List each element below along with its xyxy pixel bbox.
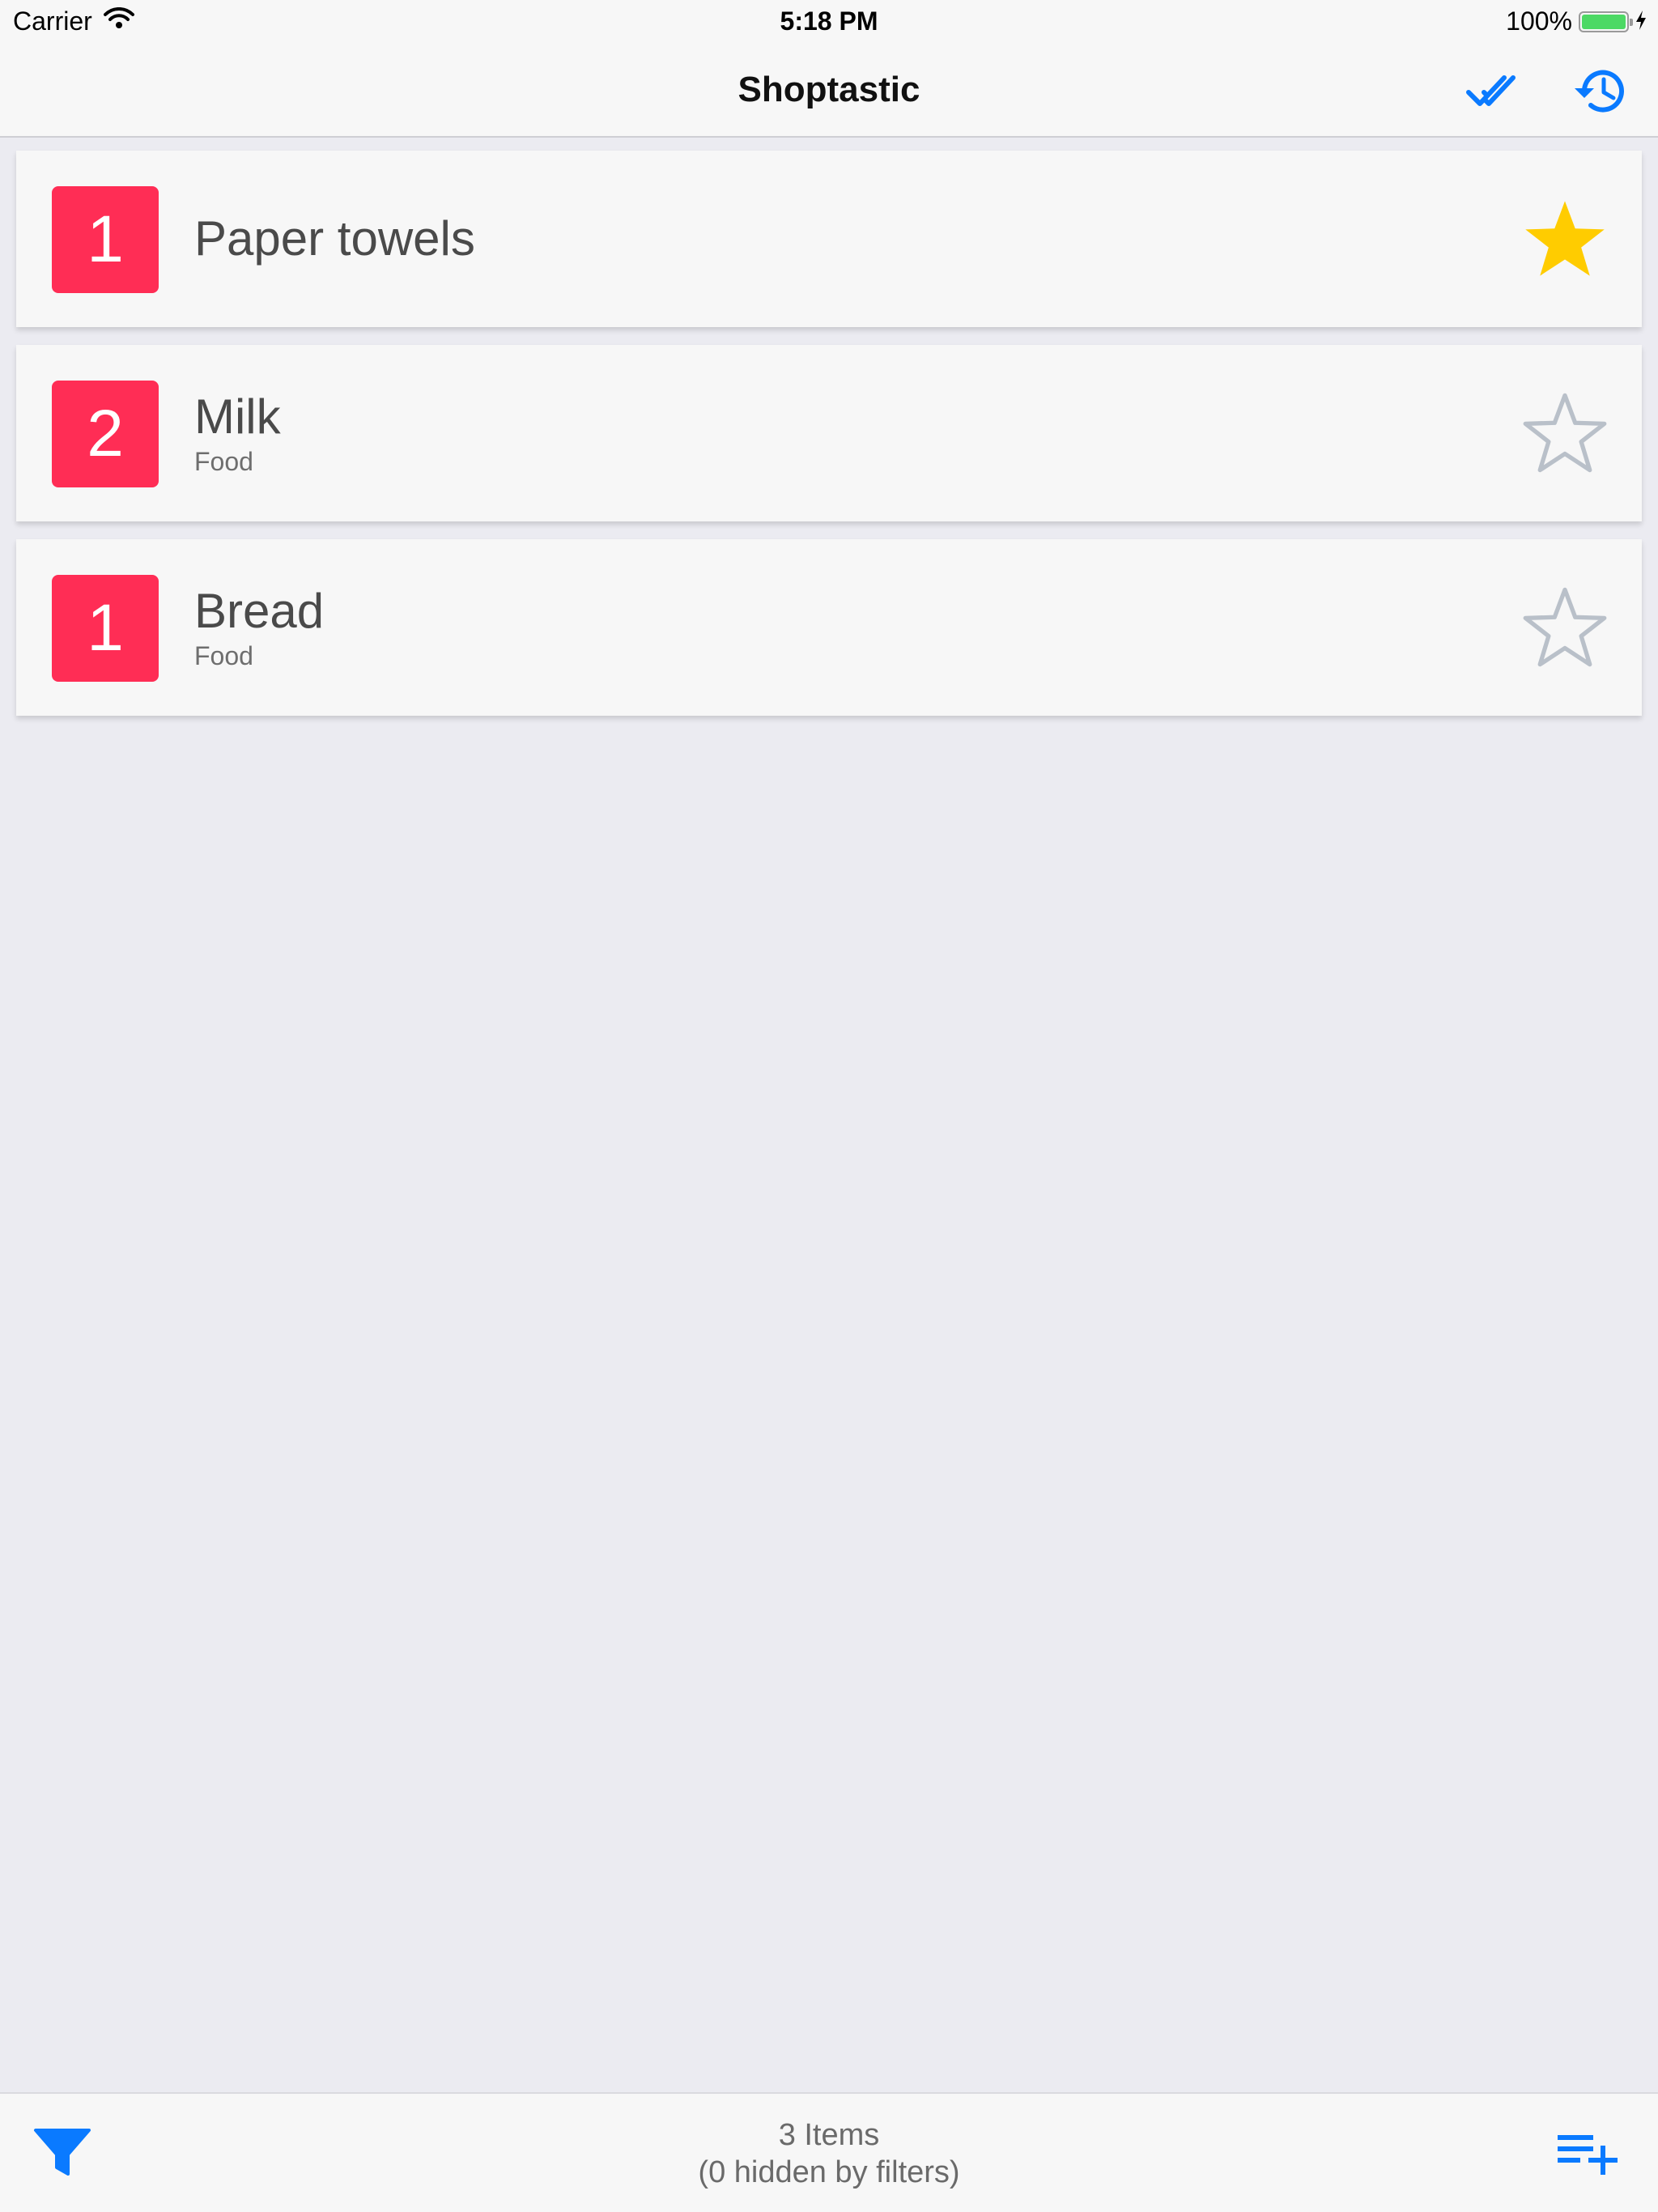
add-item-button[interactable] [1551,2120,1624,2184]
hidden-count: (0 hidden by filters) [698,2155,960,2189]
status-bar: Carrier 5:18 PM 100% [0,0,1658,45]
playlist-add-icon [1558,2135,1618,2175]
star-outline-icon[interactable] [1522,390,1608,476]
item-name: Paper towels [194,211,475,266]
quantity-badge: 2 [52,381,159,487]
status-time: 5:18 PM [780,6,878,36]
item-category: Food [194,640,253,670]
battery-percent: 100% [1506,6,1572,36]
item-category: Food [194,446,253,476]
list-item[interactable]: 2 Milk Food [16,345,1642,521]
item-name: Milk [194,389,281,444]
shopping-list: 1 Paper towels 2 Milk Food 1 Bread Food [16,151,1642,734]
page-title: Shoptastic [738,70,920,109]
history-icon [1575,70,1624,113]
item-summary: 3 Items (0 hidden by filters) [0,2116,1658,2191]
navigation-bar: Shoptastic [0,45,1658,138]
list-item[interactable]: 1 Bread Food [16,539,1642,716]
battery-icon [1579,11,1633,32]
double-check-icon [1466,75,1516,106]
quantity-badge: 1 [52,575,159,682]
item-name: Bread [194,583,325,638]
battery-status: 100% [1506,6,1647,36]
item-text: Bread Food [194,539,324,716]
item-text: Paper towels [194,151,475,327]
star-outline-icon[interactable] [1522,585,1608,670]
bottom-toolbar: 3 Items (0 hidden by filters) [0,2092,1658,2212]
check-all-button[interactable] [1465,63,1530,120]
list-item[interactable]: 1 Paper towels [16,151,1642,327]
quantity-badge: 1 [52,186,159,293]
item-text: Milk Food [194,345,281,521]
star-icon[interactable] [1522,196,1608,282]
charging-bolt-icon [1635,6,1647,36]
item-count: 3 Items [778,2118,880,2152]
history-button[interactable] [1567,63,1632,120]
